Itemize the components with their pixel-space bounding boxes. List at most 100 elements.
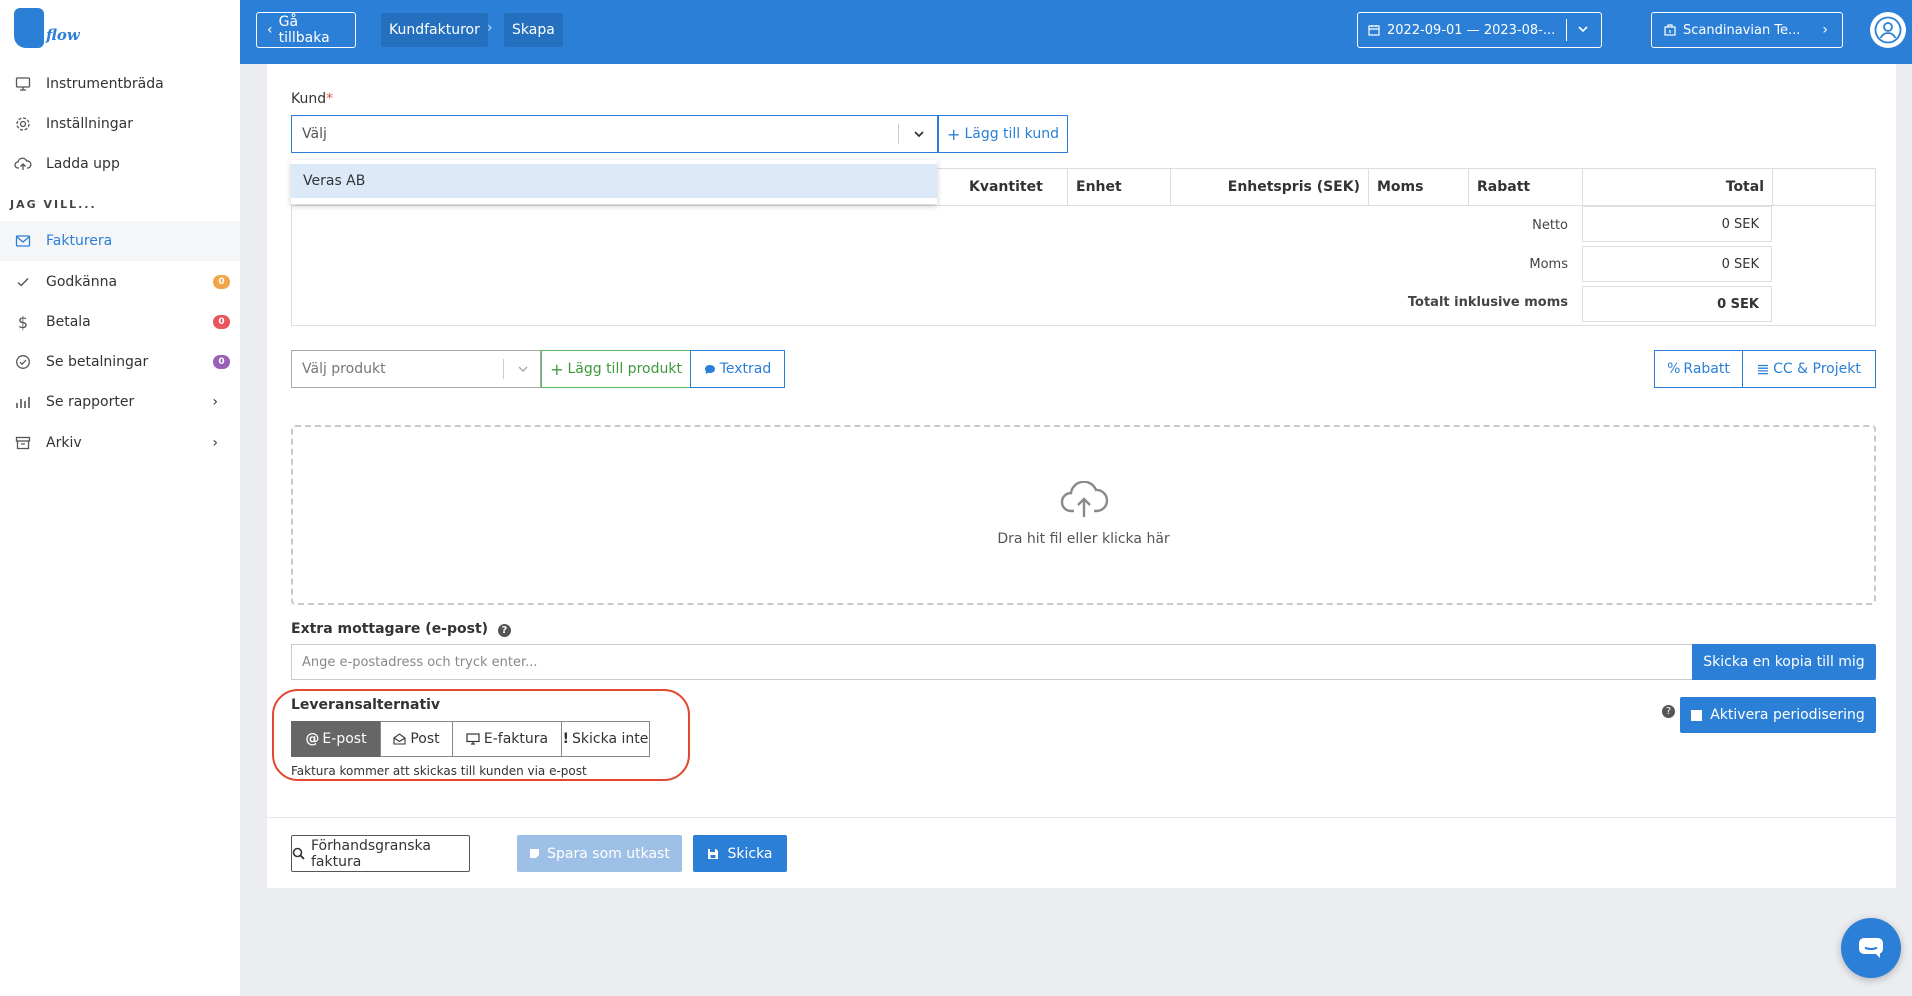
list-icon [1757,364,1769,375]
breadcrumb-skapa[interactable]: Skapa [504,13,563,47]
total-value-moms: 0 SEK [1582,246,1772,282]
sidebar-item-instrumentbrada[interactable]: Instrumentbräda [0,64,240,104]
chevron-down-icon [517,363,529,375]
sidebar-item-label: Godkänna [46,274,118,290]
total-label-netto: Netto [1532,218,1568,233]
sidebar-item-arkiv[interactable]: Arkiv › [0,423,240,463]
desktop-icon [466,733,480,745]
dropdown-option[interactable]: Veras AB [291,164,937,198]
top-bar: ‹ Gå tillbaka Kundfakturor › Skapa 2022-… [240,0,1912,64]
send-copy-button[interactable]: Skicka en kopia till mig [1692,644,1876,680]
envelope-open-icon [393,733,406,745]
cloud-upload-icon [1060,481,1108,519]
cc-projekt-button[interactable]: CC & Projekt [1742,350,1876,388]
textrad-button[interactable]: Textrad [690,350,785,388]
note-icon [529,848,540,859]
add-customer-button[interactable]: + Lägg till kund [938,115,1068,153]
save-draft-button[interactable]: Spara som utkast [517,835,682,872]
sidebar-item-label: Se betalningar [46,354,149,370]
sidebar-item-godkanna[interactable]: Godkänna 0 [0,262,240,302]
percent-icon: % [1667,361,1681,377]
search-icon [292,847,305,860]
textrad-label: Textrad [719,361,772,377]
column-header-moms: Moms [1368,169,1468,205]
product-select-placeholder: Välj produkt [302,361,386,377]
logo[interactable]: flow [14,8,80,54]
sidebar-item-label: Fakturera [46,233,113,249]
at-icon: @ [305,731,320,747]
gear-icon [13,114,33,134]
delivery-option-skicka-inte[interactable]: ! Skicka inte [561,721,650,757]
user-avatar[interactable] [1870,12,1906,48]
column-header-enhet: Enhet [1067,169,1168,205]
plus-icon: + [947,124,961,144]
add-product-button[interactable]: + Lägg till produkt [541,350,691,388]
back-button-label: Gå tillbaka [278,14,330,46]
send-button[interactable]: Skicka [693,835,787,872]
company-selector[interactable]: Scandinavian Te... › [1651,12,1843,48]
divider [1566,19,1567,41]
envelope-icon [13,231,33,251]
email-placeholder: Ange e-postadress och tryck enter... [302,654,538,670]
question-icon[interactable]: ? [1662,705,1675,718]
back-button[interactable]: ‹ Gå tillbaka [256,12,356,48]
required-marker: * [326,91,334,107]
company-name: Scandinavian Te... [1683,22,1801,38]
pending-badge: 0 [213,355,230,369]
extra-recipients-input[interactable]: Ange e-postadress och tryck enter... [291,644,1696,680]
sidebar-item-label: Ladda upp [46,156,120,172]
dropzone-text: Dra hit fil eller klicka här [997,531,1170,547]
file-dropzone[interactable]: Dra hit fil eller klicka här [291,425,1876,605]
extra-recipients-label: Extra mottagare (e-post) ? [291,621,511,637]
logo-badge [14,8,44,48]
preview-invoice-button[interactable]: Förhandsgranska faktura [291,835,470,872]
building-icon [1664,24,1676,36]
sidebar-item-ladda-upp[interactable]: Ladda upp [0,144,240,184]
delivery-option-efaktura[interactable]: E-faktura [452,721,562,757]
breadcrumb-kundfakturor[interactable]: Kundfakturor [381,13,488,47]
chevron-down-icon [913,128,925,140]
sidebar-item-label: Instrumentbräda [46,76,164,92]
total-label-inkl-moms: Totalt inklusive moms [1407,295,1568,310]
customer-select-value: Välj [302,126,327,142]
cloud-upload-icon [13,154,33,174]
cc-projekt-label: CC & Projekt [1773,361,1861,377]
save-icon [707,848,719,860]
checkbox-icon [1691,709,1703,721]
question-icon[interactable]: ? [497,624,511,637]
sidebar-item-betala[interactable]: $ Betala 0 [0,302,240,342]
check-circle-icon [13,352,33,372]
rabatt-button[interactable]: % Rabatt [1654,350,1743,388]
chat-button[interactable] [1841,918,1901,978]
divider [898,124,899,144]
sidebar-item-se-betalningar[interactable]: Se betalningar 0 [0,342,240,382]
delivery-option-epost[interactable]: @ E-post [291,721,381,757]
total-value-inkl-moms: 0 SEK [1582,286,1772,322]
customer-label: Kund* [291,91,333,107]
sidebar-item-label: Inställningar [46,116,134,132]
pending-badge: 0 [213,315,230,329]
periodisering-button[interactable]: Aktivera periodisering [1680,697,1876,733]
monitor-icon [13,74,33,94]
date-range-value: 2022-09-01 — 2023-08-... [1387,22,1556,38]
breadcrumb-separator: › [487,20,493,36]
column-header-rabatt: Rabatt [1468,169,1568,205]
add-customer-label: Lägg till kund [964,126,1059,142]
sidebar-item-fakturera[interactable]: Fakturera [0,221,240,261]
column-header-total: Total [1582,169,1772,205]
divider [503,359,504,379]
draft-label: Spara som utkast [547,845,670,862]
send-label: Skicka [727,845,773,862]
customer-select[interactable]: Välj [291,115,938,153]
sidebar-item-se-rapporter[interactable]: Se rapporter › [0,382,240,422]
delivery-option-post[interactable]: Post [380,721,453,757]
sidebar-item-installningar[interactable]: Inställningar [0,104,240,144]
dollar-icon: $ [17,312,29,332]
chevron-right-icon: › [1822,22,1828,38]
date-range-picker[interactable]: 2022-09-01 — 2023-08-... [1357,12,1602,48]
product-select[interactable]: Välj produkt [291,350,541,388]
delivery-option-label: Skicka inte [572,731,649,747]
delivery-option-label: Post [410,731,440,747]
preview-label: Förhandsgranska faktura [311,837,431,870]
divider [267,817,1896,818]
